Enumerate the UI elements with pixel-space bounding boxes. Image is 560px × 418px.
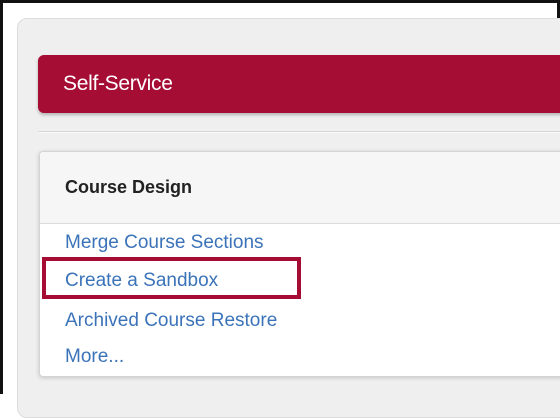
create-sandbox-link[interactable]: Create a Sandbox xyxy=(65,270,218,292)
archived-course-restore-link[interactable]: Archived Course Restore xyxy=(65,310,277,332)
merge-course-sections-link[interactable]: Merge Course Sections xyxy=(65,232,264,254)
self-service-button[interactable]: Self-Service xyxy=(38,55,560,113)
more-link[interactable]: More... xyxy=(65,346,124,368)
card-header: Course Design xyxy=(40,152,560,224)
course-design-card: Course Design Merge Course Sections Crea… xyxy=(39,151,560,377)
card-title: Course Design xyxy=(65,177,193,197)
divider xyxy=(38,131,560,133)
self-service-label: Self-Service xyxy=(63,72,173,95)
